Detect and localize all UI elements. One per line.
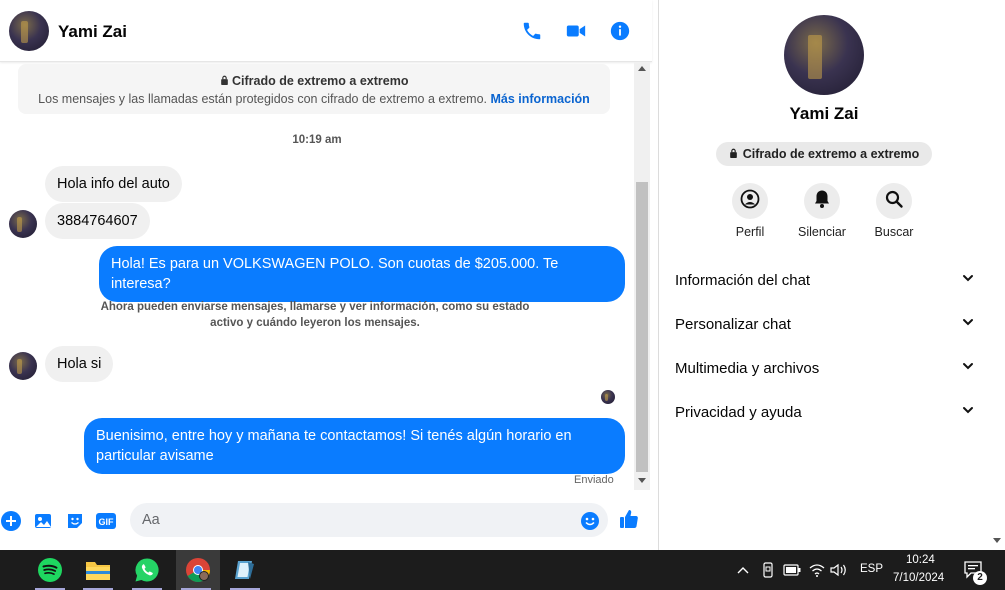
scroll-down-arrow[interactable] [993, 538, 1001, 543]
scroll-thumb[interactable] [636, 182, 648, 472]
lock-icon [729, 147, 738, 161]
contact-avatar[interactable] [9, 11, 49, 51]
message-bubble-incoming[interactable]: 3884764607 [45, 203, 150, 239]
section-label: Privacidad y ayuda [675, 403, 802, 421]
taskbar-whatsapp-icon[interactable] [127, 550, 167, 590]
taskbar-spotify-icon[interactable] [30, 550, 70, 590]
message-composer: GIF [0, 495, 652, 545]
section-chat-info[interactable]: Información del chat [675, 260, 975, 300]
chat-pane: Yami Zai Cifrado de extremo a extremo Lo… [0, 0, 652, 550]
chat-scrollbar[interactable] [634, 62, 650, 490]
seen-indicator-avatar [601, 390, 615, 404]
contact-avatar-large[interactable] [784, 15, 864, 95]
encryption-description: Los mensajes y las llamadas están proteg… [38, 92, 488, 106]
video-call-icon[interactable] [564, 19, 588, 43]
bell-icon [813, 189, 831, 214]
messenger-app: Yami Zai Cifrado de extremo a extremo Lo… [0, 0, 1005, 550]
volume-icon[interactable] [830, 561, 848, 579]
contact-name[interactable]: Yami Zai [58, 22, 127, 42]
system-notice: Ahora pueden enviarse mensajes, llamarse… [100, 301, 530, 329]
profile-label: Perfil [735, 225, 765, 239]
photo-icon[interactable] [32, 510, 54, 532]
svg-text:GIF: GIF [99, 517, 115, 527]
encryption-pill[interactable]: Cifrado de extremo a extremo [716, 142, 932, 166]
gif-icon[interactable]: GIF [95, 510, 117, 532]
mute-label: Silenciar [798, 225, 846, 239]
encryption-title: Cifrado de extremo a extremo [232, 74, 409, 88]
message-bubble-outgoing[interactable]: Buenisimo, entre hoy y mañana te contact… [84, 418, 625, 474]
mute-button[interactable]: Silenciar [782, 183, 862, 239]
scroll-up-arrow[interactable] [638, 66, 646, 71]
section-label: Multimedia y archivos [675, 359, 820, 377]
chevron-down-icon [961, 315, 975, 333]
section-customize-chat[interactable]: Personalizar chat [675, 304, 975, 344]
section-privacy-help[interactable]: Privacidad y ayuda [675, 392, 975, 432]
contact-avatar-small [9, 352, 37, 380]
more-info-link[interactable]: Más información [491, 92, 590, 106]
wifi-icon[interactable] [808, 561, 826, 579]
battery-icon[interactable] [782, 561, 802, 579]
search-icon [884, 189, 904, 214]
windows-taskbar: ESP 10:24 7/10/2024 2 [0, 550, 1005, 590]
like-icon[interactable] [618, 508, 640, 530]
taskbar-file-explorer-icon[interactable] [78, 550, 118, 590]
chevron-down-icon [961, 403, 975, 421]
chat-header: Yami Zai [0, 0, 652, 62]
encryption-pill-label: Cifrado de extremo a extremo [742, 147, 920, 161]
chevron-down-icon [961, 359, 975, 377]
message-bubble-incoming[interactable]: Hola si [45, 346, 114, 382]
message-input[interactable] [130, 503, 608, 537]
device-icon[interactable] [760, 561, 776, 579]
section-label: Información del chat [675, 271, 811, 289]
section-label: Personalizar chat [675, 315, 791, 333]
clock-time[interactable]: 10:24 [906, 554, 935, 566]
notification-count: 2 [973, 571, 987, 585]
encryption-notice: Cifrado de extremo a extremo Los mensaje… [18, 64, 610, 114]
message-list[interactable]: Cifrado de extremo a extremo Los mensaje… [0, 62, 634, 490]
section-media-files[interactable]: Multimedia y archivos [675, 348, 975, 388]
emoji-icon[interactable] [579, 510, 601, 532]
profile-button[interactable]: Perfil [710, 183, 790, 239]
chevron-down-icon [961, 271, 975, 289]
sent-status: Enviado [574, 474, 614, 486]
lock-icon [220, 74, 232, 88]
search-button[interactable]: Buscar [854, 183, 934, 239]
sticker-icon[interactable] [64, 510, 86, 532]
phone-icon[interactable] [520, 19, 544, 43]
plus-icon[interactable] [0, 510, 22, 532]
scroll-down-arrow[interactable] [638, 478, 646, 483]
info-scrollbar[interactable] [989, 0, 1005, 550]
profile-icon [740, 189, 760, 214]
info-icon[interactable] [608, 19, 632, 43]
taskbar-notes-icon[interactable] [225, 550, 265, 590]
message-bubble-outgoing[interactable]: Hola! Es para un VOLKSWAGEN POLO. Son cu… [99, 246, 625, 302]
search-label: Buscar [874, 225, 914, 239]
chevron-up-icon[interactable] [736, 561, 750, 579]
taskbar-chrome-icon[interactable] [176, 550, 220, 590]
clock-date[interactable]: 7/10/2024 [893, 572, 944, 584]
contact-avatar-small [9, 210, 37, 238]
taskbar-edge [0, 550, 6, 590]
info-contact-name: Yami Zai [789, 104, 859, 123]
message-bubble-incoming[interactable]: Hola info del auto [45, 166, 182, 202]
language-indicator[interactable]: ESP [860, 563, 883, 575]
chat-info-pane: Yami Zai Cifrado de extremo a extremo Pe… [659, 0, 989, 550]
message-timestamp: 10:19 am [292, 134, 342, 146]
